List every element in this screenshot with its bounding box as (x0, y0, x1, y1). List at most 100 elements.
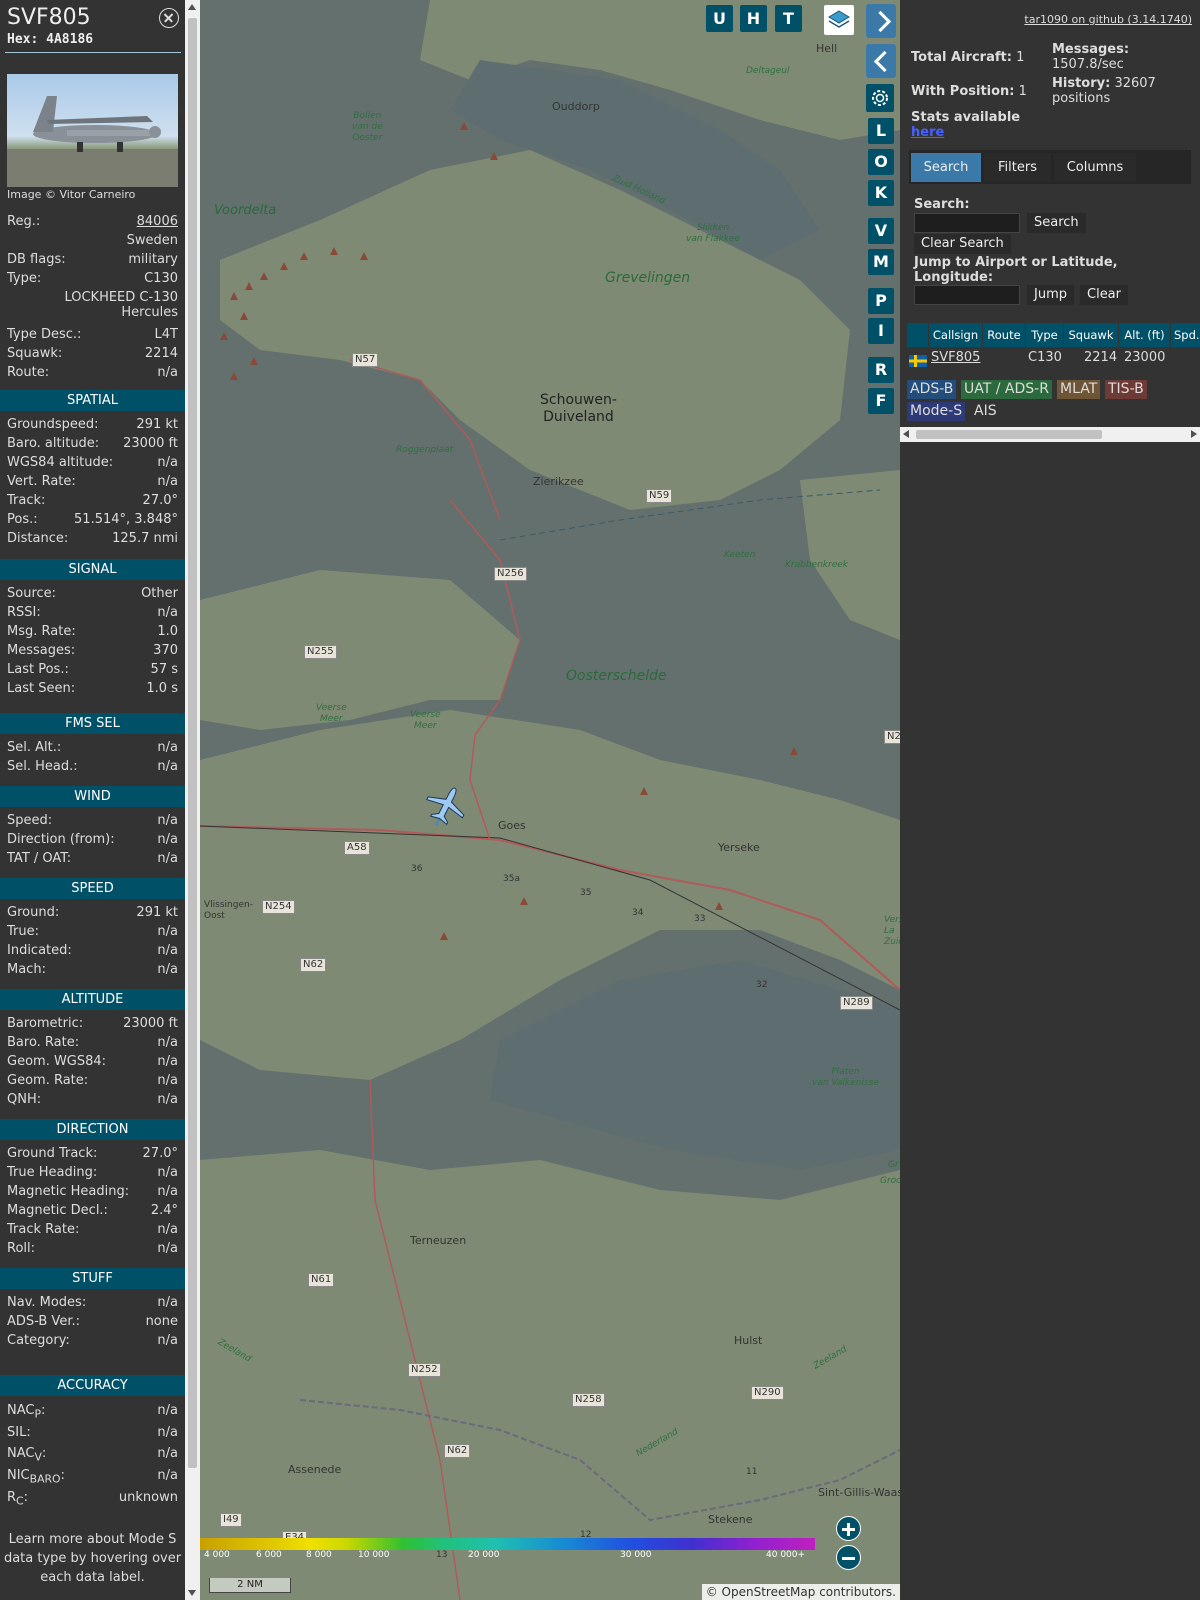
road-shield: N61 (308, 1273, 335, 1287)
toggle-m-button[interactable]: M (868, 249, 894, 275)
toggle-r-button[interactable]: R (868, 357, 894, 383)
info-row-altitude: Geom. Rate: n/a (7, 1073, 178, 1088)
info-row-signal: Source: Other (7, 586, 178, 601)
sidebar-tabs: Search Filters Columns (909, 150, 1191, 184)
toggle-u-button[interactable]: U (706, 5, 733, 32)
column-header-flag[interactable] (907, 323, 928, 347)
row-callsign[interactable]: SVF805 (931, 348, 980, 368)
scroll-down-icon[interactable] (188, 1590, 196, 1596)
map-label: Veerse Meer (410, 710, 441, 731)
column-header-squawk[interactable]: Squawk (1064, 323, 1118, 347)
altitude-tick-label: 4 000 (204, 1550, 230, 1560)
road-shield: A58 (344, 841, 370, 855)
scrollbar-thumb[interactable] (916, 430, 1102, 439)
collapse-icon[interactable] (866, 44, 896, 78)
column-header-speed[interactable]: Spd. (1171, 323, 1200, 347)
info-row-route: Route: n/a (7, 365, 178, 380)
sweden-flag-icon (909, 355, 927, 367)
divider (5, 52, 181, 53)
with-position: With Position: 1 (911, 84, 1027, 99)
map-label: Platen van Valkenisse (812, 1067, 879, 1088)
road-junction: 32 (756, 980, 768, 990)
expand-sidebar-icon[interactable] (866, 4, 896, 38)
scroll-right-icon[interactable] (1191, 430, 1197, 438)
clear-search-button[interactable]: Clear Search (914, 234, 1011, 254)
info-row-sil: SIL: n/a (7, 1425, 178, 1440)
osm-link[interactable]: OpenStreetMap (722, 1585, 816, 1599)
tab-search[interactable]: Search (911, 153, 981, 182)
badge-mlat: MLAT (1057, 380, 1101, 399)
info-row-direction: Magnetic Decl.: 2.4° (7, 1203, 178, 1218)
road-junction: 11 (746, 1467, 758, 1477)
info-row-direction: Magnetic Heading: n/a (7, 1184, 178, 1199)
tab-filters[interactable]: Filters (984, 153, 1051, 182)
search-button[interactable]: Search (1027, 213, 1086, 233)
column-header-route[interactable]: Route (983, 323, 1025, 347)
jump-input[interactable] (914, 285, 1020, 305)
toggle-o-button[interactable]: O (868, 149, 894, 175)
map-label: Zierikzee (533, 475, 584, 488)
map-label: Keeten (724, 550, 756, 560)
toggle-v-button[interactable]: V (868, 218, 894, 244)
map-label: Voordelta (214, 203, 277, 218)
info-row-spatial: Vert. Rate: n/a (7, 474, 178, 489)
aircraft-marker-icon[interactable] (424, 784, 468, 828)
clear-jump-button[interactable]: Clear (1080, 285, 1128, 305)
info-row-altitude: Geom. WGS84: n/a (7, 1054, 178, 1069)
zoom-in-icon[interactable] (836, 1516, 861, 1541)
gear-icon[interactable] (866, 84, 894, 112)
map-label: Groot (880, 1176, 900, 1186)
toggle-k-button[interactable]: K (868, 180, 894, 206)
scroll-left-icon[interactable] (903, 430, 909, 438)
column-header-altitude[interactable]: Alt. (ft) (1119, 323, 1170, 347)
aircraft-info-panel: SVF805 Hex: 4A8186 Image © Vitor Carneir… (0, 0, 185, 1600)
map-label: Bollen van de Ooster (352, 111, 383, 143)
section-stuff: STUFF (0, 1268, 185, 1289)
info-panel-scrollbar[interactable] (185, 0, 200, 1600)
scroll-up-icon[interactable] (188, 4, 196, 10)
info-row-speed: Ground: 291 kt (7, 905, 178, 920)
road-junction: 13 (436, 1550, 448, 1560)
zoom-out-icon[interactable] (836, 1545, 861, 1570)
tab-columns[interactable]: Columns (1054, 153, 1136, 182)
info-row-altitude: Baro. Rate: n/a (7, 1035, 178, 1050)
info-row-wind: Direction (from): n/a (7, 832, 178, 847)
section-speed: SPEED (0, 878, 185, 899)
toggle-f-button[interactable]: F (868, 388, 894, 414)
info-row-spatial: WGS84 altitude: n/a (7, 455, 178, 470)
stats-available: Stats available here (911, 110, 1021, 140)
road-shield: I49 (220, 1513, 242, 1527)
learn-more-text: Learn more about Mode S data type by hov… (3, 1532, 182, 1585)
road-shield: N289 (840, 996, 873, 1010)
road-shield: N258 (572, 1393, 605, 1407)
column-header-type[interactable]: Type (1026, 323, 1063, 347)
column-header-callsign[interactable]: Callsign (929, 323, 982, 347)
map-view[interactable]: Ouddorp Voordelta Grevelingen Schouwen- … (200, 0, 900, 1600)
info-row-spatial: Track: 27.0° (7, 493, 178, 508)
toggle-t-button[interactable]: T (775, 5, 802, 32)
close-icon[interactable] (159, 8, 179, 28)
layers-icon[interactable] (824, 5, 854, 35)
search-input[interactable] (914, 213, 1020, 233)
info-row-rc: RC: unknown (7, 1490, 178, 1508)
registration-link[interactable]: 84006 (137, 214, 178, 229)
version-link[interactable]: tar1090 on github (3.14.1740) (1024, 13, 1192, 26)
type-full-name-2: Hercules (121, 305, 178, 320)
badge-uat: UAT / ADS-R (961, 380, 1052, 399)
road-shield: N256 (494, 567, 527, 581)
scrollbar-thumb[interactable] (188, 18, 197, 1468)
stats-link[interactable]: here (911, 125, 944, 140)
table-horizontal-scrollbar[interactable] (900, 427, 1200, 442)
jump-label: Jump to Airport or Latitude, Longitude: (914, 255, 1118, 285)
toggle-p-button[interactable]: P (868, 288, 894, 314)
info-row-type: Type: C130 (7, 271, 178, 286)
info-row-signal: Last Seen: 1.0 s (7, 681, 178, 696)
toggle-i-button[interactable]: I (868, 318, 894, 344)
badge-adsb: ADS-B (907, 380, 957, 399)
jump-button[interactable]: Jump (1027, 285, 1074, 305)
map-label: Assenede (288, 1463, 342, 1476)
aircraft-photo[interactable] (7, 74, 178, 187)
info-row-direction: Roll: n/a (7, 1241, 178, 1256)
toggle-l-button[interactable]: L (868, 118, 894, 144)
toggle-h-button[interactable]: H (740, 5, 767, 32)
